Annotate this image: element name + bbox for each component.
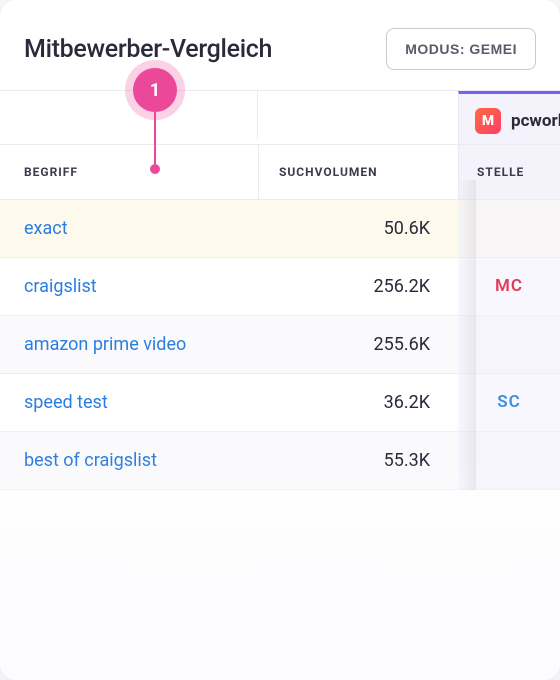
table-row[interactable]: craigslist 256.2KMC (0, 258, 560, 316)
term-link[interactable]: amazon prime video (24, 334, 186, 355)
cell-volume: 36.2K (258, 374, 458, 431)
cell-volume: 256.2K (258, 258, 458, 315)
cell-term: exact (0, 200, 258, 257)
cell-volume: 255.6K (258, 316, 458, 373)
col-header-position[interactable]: STELLE (458, 145, 560, 199)
card-header: Mitbewerber-Vergleich MODUS: GEMEI (0, 0, 560, 90)
term-link[interactable]: craigslist (24, 276, 97, 297)
term-link[interactable]: exact (24, 218, 68, 239)
cell-position (458, 432, 560, 489)
mode-button[interactable]: MODUS: GEMEI (386, 28, 536, 70)
table-wrap: 1 M pcworld BEGRIFF SUCHVOLUMEN STELLE e… (0, 90, 560, 490)
annotation-number: 1 (133, 68, 177, 112)
annotation-line (154, 112, 156, 164)
table-row[interactable]: amazon prime video 255.6K (0, 316, 560, 374)
cell-position: MC (458, 258, 560, 315)
brand-name: pcworld (511, 111, 560, 131)
annotation-dot (150, 164, 160, 174)
cell-term: speed test (0, 374, 258, 431)
table-body: exact50.6Kcraigslist256.2KMCamazon prime… (0, 200, 560, 490)
col-header-term[interactable]: BEGRIFF (0, 145, 258, 199)
table-row[interactable]: exact 50.6K (0, 200, 560, 258)
brand-header-row: M pcworld (0, 90, 560, 144)
cell-term: craigslist (0, 258, 258, 315)
table-row[interactable]: speed test 36.2KSC (0, 374, 560, 432)
brand-column-header[interactable]: M pcworld (458, 91, 560, 144)
brand-header-spacer-2 (258, 91, 458, 139)
cell-volume: 50.6K (258, 200, 458, 257)
table-row[interactable]: best of craigslist 55.3K (0, 432, 560, 490)
cell-position: SC (458, 374, 560, 431)
cell-position (458, 316, 560, 373)
term-link[interactable]: best of craigslist (24, 450, 157, 471)
col-header-volume[interactable]: SUCHVOLUMEN (258, 145, 458, 199)
term-link[interactable]: speed test (24, 392, 108, 413)
card-title: Mitbewerber-Vergleich (24, 35, 272, 64)
cell-term: best of craigslist (0, 432, 258, 489)
cell-term: amazon prime video (0, 316, 258, 373)
cell-position (458, 200, 560, 257)
brand-icon: M (475, 108, 501, 134)
competitor-comparison-card: Mitbewerber-Vergleich MODUS: GEMEI 1 M p… (0, 0, 560, 680)
annotation-badge: 1 (133, 68, 177, 174)
bottom-fade (0, 460, 560, 680)
table-head: BEGRIFF SUCHVOLUMEN STELLE (0, 144, 560, 200)
brand-header-spacer-1 (0, 91, 258, 139)
cell-volume: 55.3K (258, 432, 458, 489)
